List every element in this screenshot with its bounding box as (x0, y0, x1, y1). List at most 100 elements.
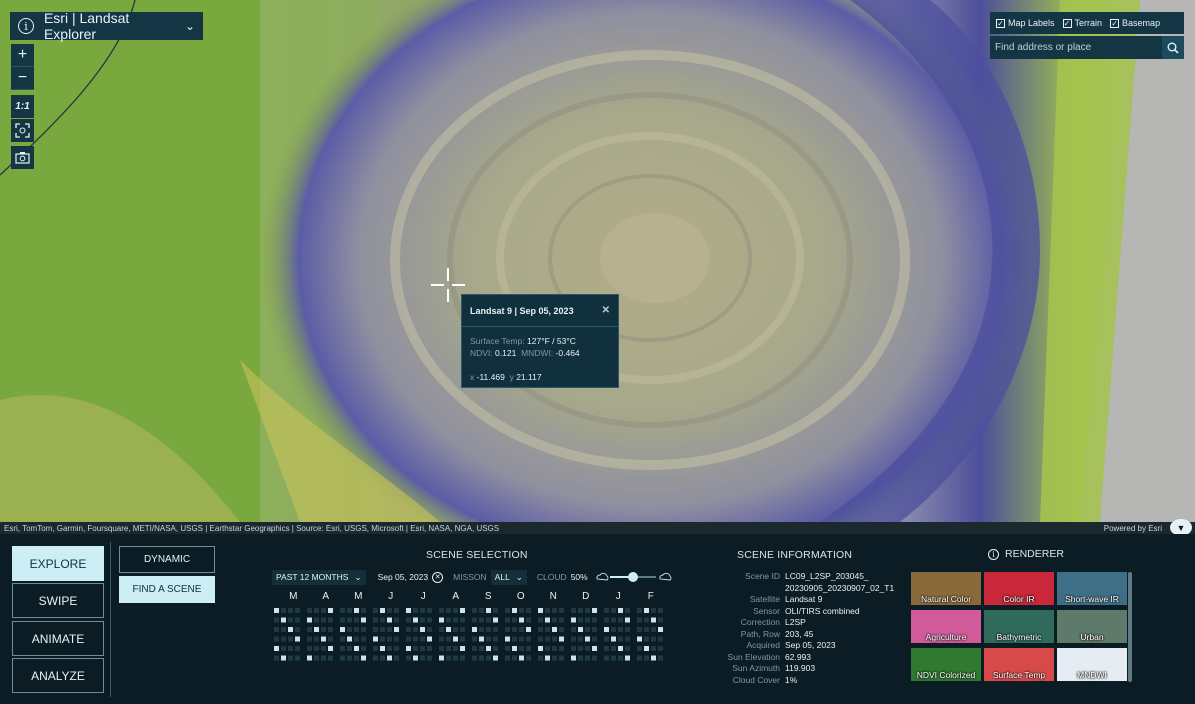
scene-day-cell[interactable] (347, 627, 352, 632)
scene-day-cell[interactable] (427, 608, 432, 613)
scene-day-cell[interactable] (559, 617, 564, 623)
scene-day-cell[interactable] (453, 655, 458, 661)
scene-day-cell[interactable] (420, 655, 425, 661)
scene-day-cell[interactable] (625, 646, 630, 651)
scene-day-cell[interactable] (361, 627, 366, 632)
scene-day-cell[interactable] (354, 655, 359, 661)
scene-day-cell[interactable] (571, 627, 576, 632)
scene-day-cell[interactable] (486, 636, 491, 642)
scene-day-cell[interactable] (658, 608, 663, 613)
scene-day-cell[interactable] (479, 617, 484, 623)
scene-day-cell[interactable] (354, 627, 359, 632)
scene-day-cell[interactable] (486, 646, 491, 651)
scene-day-cell[interactable] (493, 627, 498, 632)
info-icon[interactable]: i (988, 548, 999, 560)
scene-day-cell[interactable] (288, 655, 293, 661)
scene-day-cell[interactable] (519, 627, 524, 632)
scene-day-cell[interactable] (420, 636, 425, 642)
scene-day-cell[interactable] (512, 655, 517, 661)
scene-day-cell[interactable] (295, 636, 300, 642)
scene-day-cell[interactable] (387, 608, 392, 613)
scene-day-cell[interactable] (420, 627, 425, 632)
scene-day-cell[interactable] (328, 627, 333, 632)
scene-day-cell[interactable] (288, 646, 293, 651)
scene-day-cell[interactable] (545, 636, 550, 642)
scene-day-cell[interactable] (559, 608, 564, 613)
scene-day-cell[interactable] (460, 627, 465, 632)
scene-day-cell[interactable] (585, 608, 590, 613)
screenshot-button[interactable] (11, 146, 34, 169)
renderer-option[interactable]: Color IR (984, 572, 1054, 605)
scene-day-cell[interactable] (637, 608, 642, 613)
scene-day-cell[interactable] (545, 646, 550, 651)
scene-day-cell[interactable] (618, 617, 623, 623)
scene-day-cell[interactable] (552, 617, 557, 623)
scene-day-cell[interactable] (406, 646, 411, 651)
scene-day-cell[interactable] (307, 636, 312, 642)
scene-day-cell[interactable] (578, 617, 583, 623)
scene-day-cell[interactable] (413, 646, 418, 651)
scene-day-cell[interactable] (453, 646, 458, 651)
scene-day-cell[interactable] (519, 636, 524, 642)
scene-day-cell[interactable] (637, 627, 642, 632)
scene-day-cell[interactable] (295, 617, 300, 623)
scene-day-cell[interactable] (340, 636, 345, 642)
scene-day-cell[interactable] (651, 655, 656, 661)
scene-day-cell[interactable] (651, 608, 656, 613)
scene-day-cell[interactable] (611, 646, 616, 651)
renderer-option[interactable]: Natural Color (911, 572, 981, 605)
scene-day-cell[interactable] (281, 655, 286, 661)
scene-day-cell[interactable] (552, 655, 557, 661)
scene-day-cell[interactable] (505, 608, 510, 613)
scene-day-cell[interactable] (559, 636, 564, 642)
scene-day-cell[interactable] (472, 636, 477, 642)
scene-day-cell[interactable] (413, 636, 418, 642)
scene-day-cell[interactable] (328, 636, 333, 642)
scene-day-cell[interactable] (439, 655, 444, 661)
swipe-mode-button[interactable]: SWIPE (12, 583, 104, 618)
scene-day-cell[interactable] (328, 655, 333, 661)
scene-day-cell[interactable] (281, 627, 286, 632)
scene-day-cell[interactable] (644, 617, 649, 623)
scene-day-cell[interactable] (314, 655, 319, 661)
scene-day-cell[interactable] (288, 627, 293, 632)
scene-day-cell[interactable] (571, 617, 576, 623)
scene-day-cell[interactable] (439, 646, 444, 651)
scene-day-cell[interactable] (472, 608, 477, 613)
scene-day-cell[interactable] (380, 617, 385, 623)
scene-day-cell[interactable] (307, 617, 312, 623)
chevron-down-icon[interactable]: ⌄ (185, 19, 195, 33)
scene-day-cell[interactable] (472, 627, 477, 632)
scene-day-cell[interactable] (611, 617, 616, 623)
scene-day-cell[interactable] (658, 646, 663, 651)
scene-day-cell[interactable] (321, 617, 326, 623)
scene-day-cell[interactable] (618, 655, 623, 661)
scene-day-cell[interactable] (347, 608, 352, 613)
explore-mode-button[interactable]: EXPLORE (12, 546, 104, 581)
scene-day-cell[interactable] (288, 636, 293, 642)
scene-day-cell[interactable] (571, 636, 576, 642)
scene-day-cell[interactable] (295, 655, 300, 661)
scene-day-cell[interactable] (321, 608, 326, 613)
scene-day-cell[interactable] (446, 655, 451, 661)
scene-day-cell[interactable] (637, 617, 642, 623)
scene-day-cell[interactable] (427, 627, 432, 632)
scene-day-cell[interactable] (373, 627, 378, 632)
scene-day-cell[interactable] (618, 627, 623, 632)
scene-day-cell[interactable] (493, 655, 498, 661)
scene-day-cell[interactable] (512, 627, 517, 632)
scene-day-cell[interactable] (406, 608, 411, 613)
scene-day-cell[interactable] (354, 608, 359, 613)
scene-day-cell[interactable] (328, 617, 333, 623)
renderer-option[interactable]: Urban (1057, 610, 1127, 643)
scene-day-cell[interactable] (460, 655, 465, 661)
renderer-option[interactable]: Bathymetric (984, 610, 1054, 643)
scene-day-cell[interactable] (380, 646, 385, 651)
scene-day-cell[interactable] (439, 636, 444, 642)
scene-day-cell[interactable] (651, 646, 656, 651)
scene-day-cell[interactable] (625, 608, 630, 613)
scene-day-cell[interactable] (380, 627, 385, 632)
map-view[interactable]: i Esri | Landsat Explorer ⌄ + − 1:1 ✓ Map… (0, 0, 1195, 522)
scene-day-cell[interactable] (604, 646, 609, 651)
scene-day-cell[interactable] (373, 617, 378, 623)
